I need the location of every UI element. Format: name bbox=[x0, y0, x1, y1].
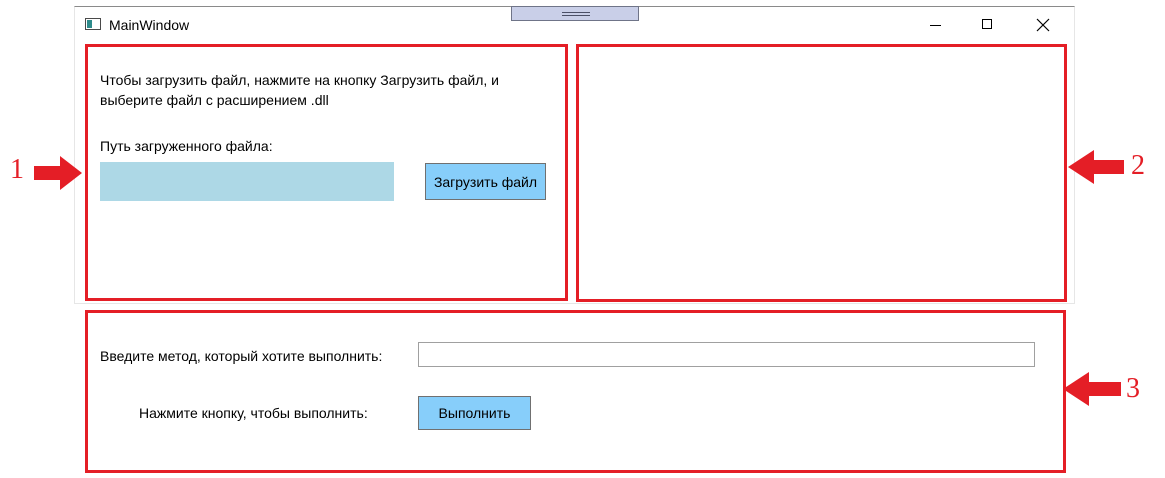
method-input[interactable] bbox=[418, 342, 1035, 367]
annotation-arrow-right-icon bbox=[34, 156, 82, 190]
file-path-field bbox=[100, 162, 394, 201]
maximize-button[interactable] bbox=[964, 9, 1010, 39]
maximize-icon bbox=[982, 19, 992, 29]
minimize-button[interactable] bbox=[912, 9, 958, 39]
upload-file-button[interactable]: Загрузить файл bbox=[425, 163, 546, 200]
annotation-box-2 bbox=[576, 44, 1067, 302]
window-drag-handle[interactable] bbox=[511, 6, 639, 21]
annotation-box-3 bbox=[85, 310, 1066, 473]
close-button[interactable] bbox=[1020, 9, 1066, 39]
run-label: Нажмите кнопку, чтобы выполнить: bbox=[139, 405, 368, 421]
app-window-icon bbox=[85, 18, 101, 30]
method-label: Введите метод, который хотите выполнить: bbox=[100, 348, 383, 364]
close-icon bbox=[1036, 18, 1050, 32]
annotation-number-3: 3 bbox=[1126, 373, 1140, 404]
load-instructions: Чтобы загрузить файл, нажмите на кнопку … bbox=[100, 72, 499, 108]
minimize-icon bbox=[930, 25, 941, 26]
annotation-arrow-left-icon bbox=[1063, 372, 1121, 406]
annotation-number-1: 1 bbox=[10, 154, 24, 185]
annotation-arrow-left-icon bbox=[1068, 150, 1124, 184]
annotation-number-2: 2 bbox=[1131, 150, 1145, 181]
window-title: MainWindow bbox=[109, 17, 190, 33]
run-button[interactable]: Выполнить bbox=[418, 396, 531, 430]
file-path-label: Путь загруженного файла: bbox=[100, 138, 273, 154]
